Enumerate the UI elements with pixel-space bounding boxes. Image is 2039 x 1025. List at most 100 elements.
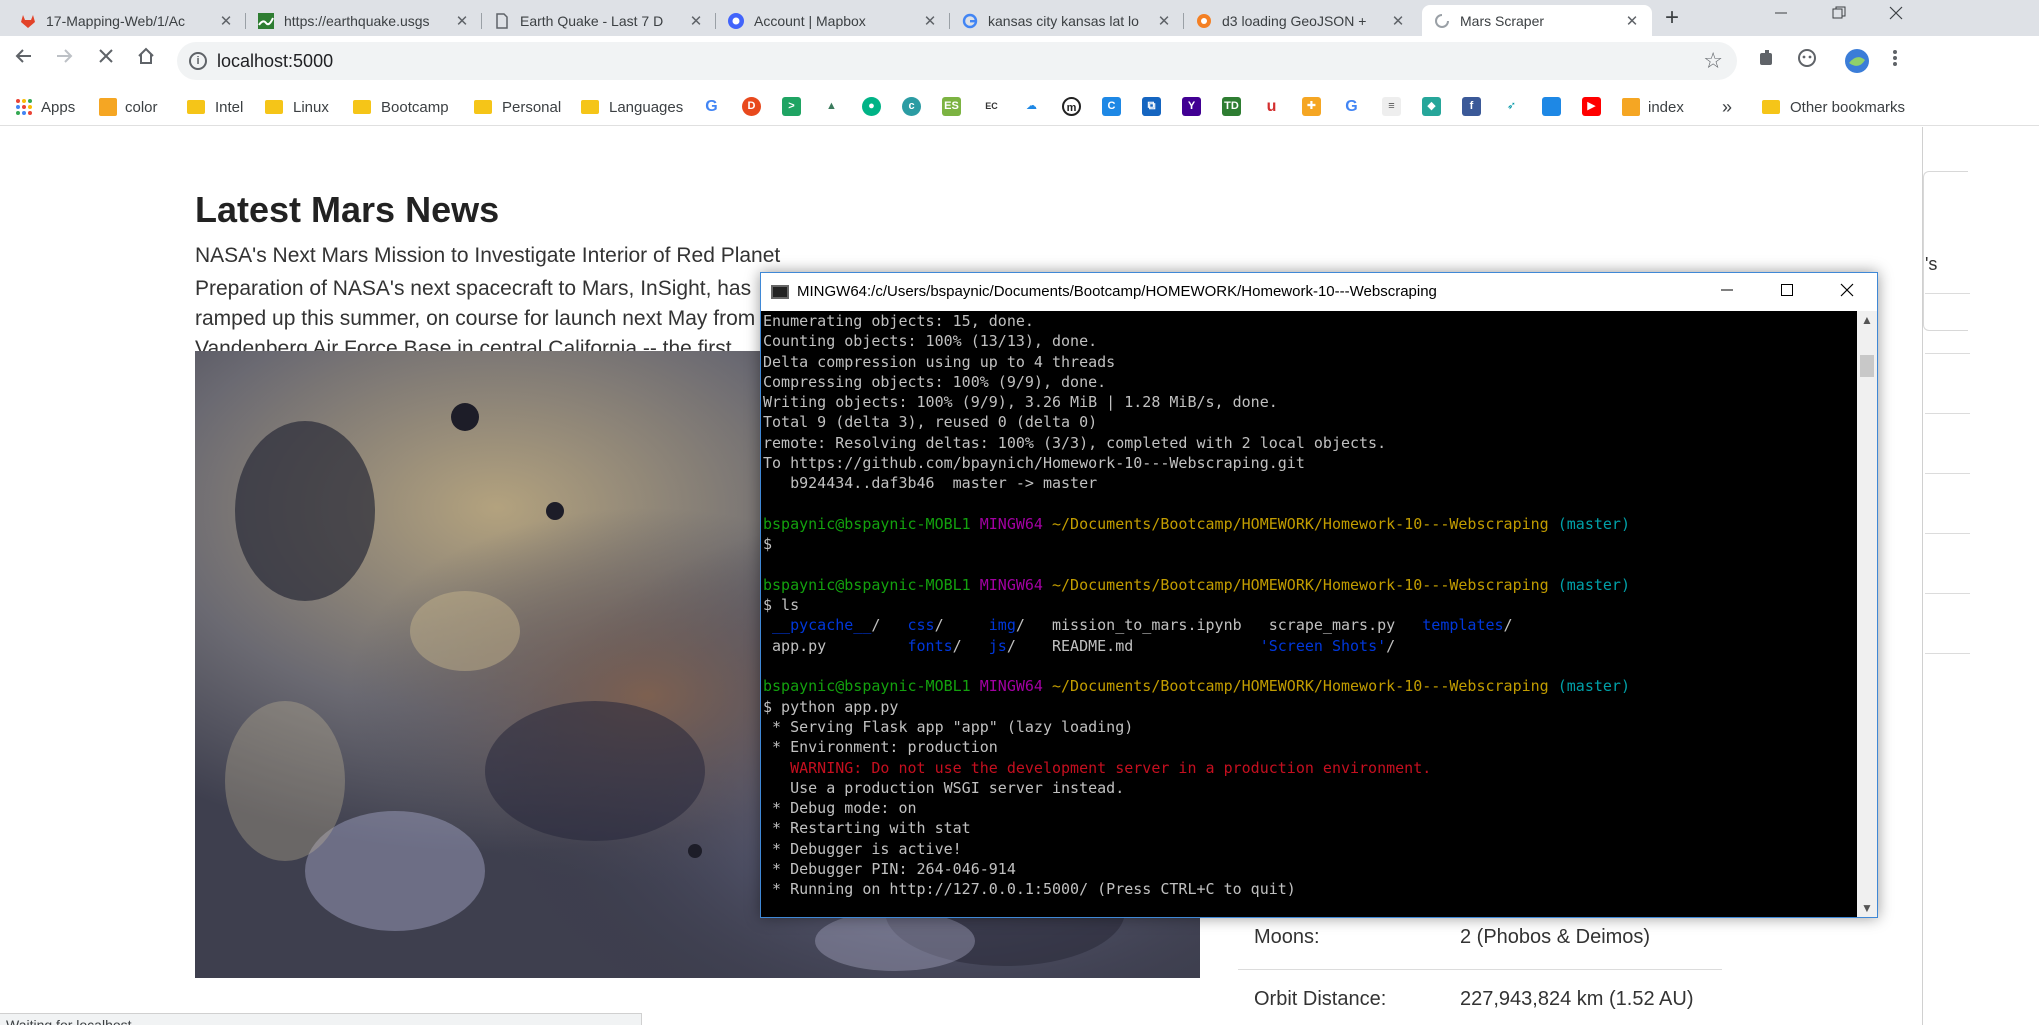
fact-key: Moons:	[1254, 926, 1320, 948]
bookmark-c-icon[interactable]: c	[902, 97, 921, 116]
scroll-down-arrow-icon[interactable]: ▼	[1857, 899, 1877, 917]
bookmark-star-icon[interactable]: ☆	[1703, 48, 1723, 74]
scroll-up-arrow-icon[interactable]: ▲	[1857, 311, 1877, 329]
facts-row: Orbit Distance: 227,943,824 km (1.52 AU)	[1238, 970, 1722, 1025]
tab-mapbox-account[interactable]: Account | Mapbox ✕	[716, 5, 950, 36]
address-bar[interactable]: i localhost:5000 ☆	[177, 42, 1737, 80]
bookmarks-overflow-chevron-icon[interactable]: »	[1722, 96, 1732, 118]
close-window-button[interactable]	[1873, 0, 1919, 32]
bookmark-apps[interactable]: Apps	[15, 96, 75, 118]
terminal-line: __pycache__/ css/ img/ mission_to_mars.i…	[763, 615, 1856, 635]
forward-arrow-icon	[57, 49, 73, 63]
profile-avatar[interactable]	[1844, 48, 1870, 74]
bookmark-ec-icon[interactable]: EC	[982, 97, 1001, 116]
terminal-text-segment: MINGW64	[979, 677, 1052, 696]
bookmark-copy-icon[interactable]: ⧉	[1142, 97, 1161, 116]
bookmark-circle-icon[interactable]: ●	[862, 97, 881, 116]
minimize-window-button[interactable]	[1758, 0, 1804, 32]
bookmark-gift-icon[interactable]: ✚	[1302, 97, 1321, 116]
close-icon[interactable]: ✕	[688, 12, 704, 30]
home-icon	[138, 47, 154, 64]
menu-kebab-icon[interactable]	[1882, 48, 1908, 74]
bookmark-color[interactable]: color	[99, 96, 158, 118]
bookmark-google2-icon[interactable]: G	[1342, 97, 1361, 116]
bookmark-doc-icon[interactable]: ≡	[1382, 97, 1401, 116]
terminal-title: MINGW64:/c/Users/bspaynic/Documents/Boot…	[797, 283, 1437, 300]
news-section-title: Latest Mars News	[195, 189, 500, 230]
home-button[interactable]	[132, 46, 160, 74]
bookmark-terminal-icon[interactable]: >	[782, 97, 801, 116]
terminal-text-segment: WARNING: Do not use the development serv…	[763, 758, 1432, 777]
bookmark-folder-linux[interactable]: Linux	[265, 96, 329, 118]
bookmark-folder-languages[interactable]: Languages	[581, 96, 683, 118]
terminal-title-bar[interactable]: MINGW64:/c/Users/bspaynic/Documents/Boot…	[761, 273, 1877, 311]
stackoverflow-icon	[1196, 13, 1212, 29]
terminal-line: * Restarting with stat	[763, 818, 1856, 838]
bookmark-folder-intel[interactable]: Intel	[187, 96, 243, 118]
extension-face-icon[interactable]	[1794, 48, 1820, 74]
terminal-text-segment: * Debugger PIN: 264-046-914	[763, 860, 1016, 879]
scroll-thumb[interactable]	[1860, 355, 1874, 377]
terminal-close-button[interactable]	[1817, 273, 1877, 311]
close-icon[interactable]: ✕	[1390, 12, 1406, 30]
bookmark-es-icon[interactable]: ES	[942, 97, 961, 116]
bookmark-folder-bootcamp[interactable]: Bootcamp	[353, 96, 449, 118]
bookmark-google-icon[interactable]: G	[702, 97, 721, 116]
bookmark-layers-icon[interactable]: ◆	[1422, 97, 1441, 116]
tab-mapping-web[interactable]: 17-Mapping-Web/1/Ac ✕	[8, 5, 246, 36]
bookmark-square-icon[interactable]	[1542, 97, 1561, 116]
close-icon[interactable]: ✕	[454, 12, 470, 30]
tab-earth-quake[interactable]: Earth Quake - Last 7 D ✕	[482, 5, 716, 36]
bookmark-folder-personal[interactable]: Personal	[474, 96, 561, 118]
terminal-text-segment: Use a production WSGI server instead.	[763, 778, 1125, 797]
forward-button[interactable]	[50, 46, 78, 74]
bookmark-m-icon[interactable]: m	[1062, 97, 1081, 116]
close-icon[interactable]: ✕	[922, 12, 938, 30]
tab-google-search[interactable]: kansas city kansas lat lo ✕	[950, 5, 1184, 36]
bookmark-duckduckgo-icon[interactable]: D	[742, 97, 761, 116]
terminal-line: To https://github.com/bpaynich/Homework-…	[763, 453, 1856, 473]
back-button[interactable]	[10, 46, 38, 74]
bookmark-yahoo-icon[interactable]: Y	[1182, 97, 1201, 116]
bookmark-arrow-icon[interactable]: ➶	[1502, 97, 1521, 116]
terminal-line: Delta compression using up to 4 threads	[763, 352, 1856, 372]
extension-puzzle-icon[interactable]	[1754, 48, 1780, 74]
bookmark-youtube-icon[interactable]: ▶	[1582, 97, 1601, 116]
stop-loading-button[interactable]	[92, 46, 120, 74]
bookmark-cloud-icon[interactable]: ☁	[1022, 97, 1041, 116]
bookmark-chart-icon[interactable]: ▲	[822, 97, 841, 116]
restore-window-button[interactable]	[1816, 0, 1862, 32]
terminal-icon	[771, 285, 789, 299]
fact-value: 2 (Phobos & Deimos)	[1460, 926, 1651, 948]
right-side-card	[1923, 171, 1968, 331]
tab-mars-scraper[interactable]: Mars Scraper ✕	[1422, 5, 1652, 36]
bookmark-folder-other[interactable]: Other bookmarks	[1762, 96, 1905, 118]
bookmark-u-icon[interactable]: u	[1262, 97, 1281, 116]
terminal-text-segment: To https://github.com/bpaynich/Homework-…	[763, 454, 1305, 473]
terminal-minimize-button[interactable]	[1697, 273, 1757, 311]
mingw64-terminal-window[interactable]: MINGW64:/c/Users/bspaynic/Documents/Boot…	[760, 272, 1878, 918]
terminal-text-segment: fonts	[907, 636, 953, 655]
bookmark-facebook-icon[interactable]: f	[1462, 97, 1481, 116]
bookmark-index[interactable]: index	[1622, 96, 1684, 118]
terminal-line: b924434..daf3b46 master -> master	[763, 473, 1856, 493]
terminal-text-segment: templates	[1422, 616, 1504, 635]
terminal-text-segment: Compressing objects: 100% (9/9), done.	[763, 372, 1107, 391]
bookmark-c2-icon[interactable]: C	[1102, 97, 1121, 116]
close-icon[interactable]: ✕	[218, 12, 234, 30]
terminal-scrollbar[interactable]: ▲ ▼	[1857, 311, 1877, 917]
new-tab-button[interactable]: +	[1658, 4, 1686, 32]
usgs-icon	[258, 12, 274, 29]
terminal-line: WARNING: Do not use the development serv…	[763, 758, 1856, 778]
terminal-output[interactable]: Enumerating objects: 15, done. Counting o…	[761, 311, 1856, 917]
tab-earthquake-usgs[interactable]: https://earthquake.usgs ✕	[246, 5, 482, 36]
close-icon[interactable]: ✕	[1624, 12, 1640, 30]
address-url[interactable]: localhost:5000	[217, 51, 333, 72]
bookmark-td-icon[interactable]: TD	[1222, 97, 1241, 116]
close-icon[interactable]: ✕	[1156, 12, 1172, 30]
terminal-text-segment: * Environment: production	[763, 738, 998, 757]
tab-d3-geojson[interactable]: d3 loading GeoJSON + ✕	[1184, 5, 1418, 36]
terminal-text-segment: Enumerating objects: 15, done.	[763, 312, 1034, 330]
site-info-icon[interactable]: i	[189, 52, 207, 70]
terminal-maximize-button[interactable]	[1757, 273, 1817, 311]
